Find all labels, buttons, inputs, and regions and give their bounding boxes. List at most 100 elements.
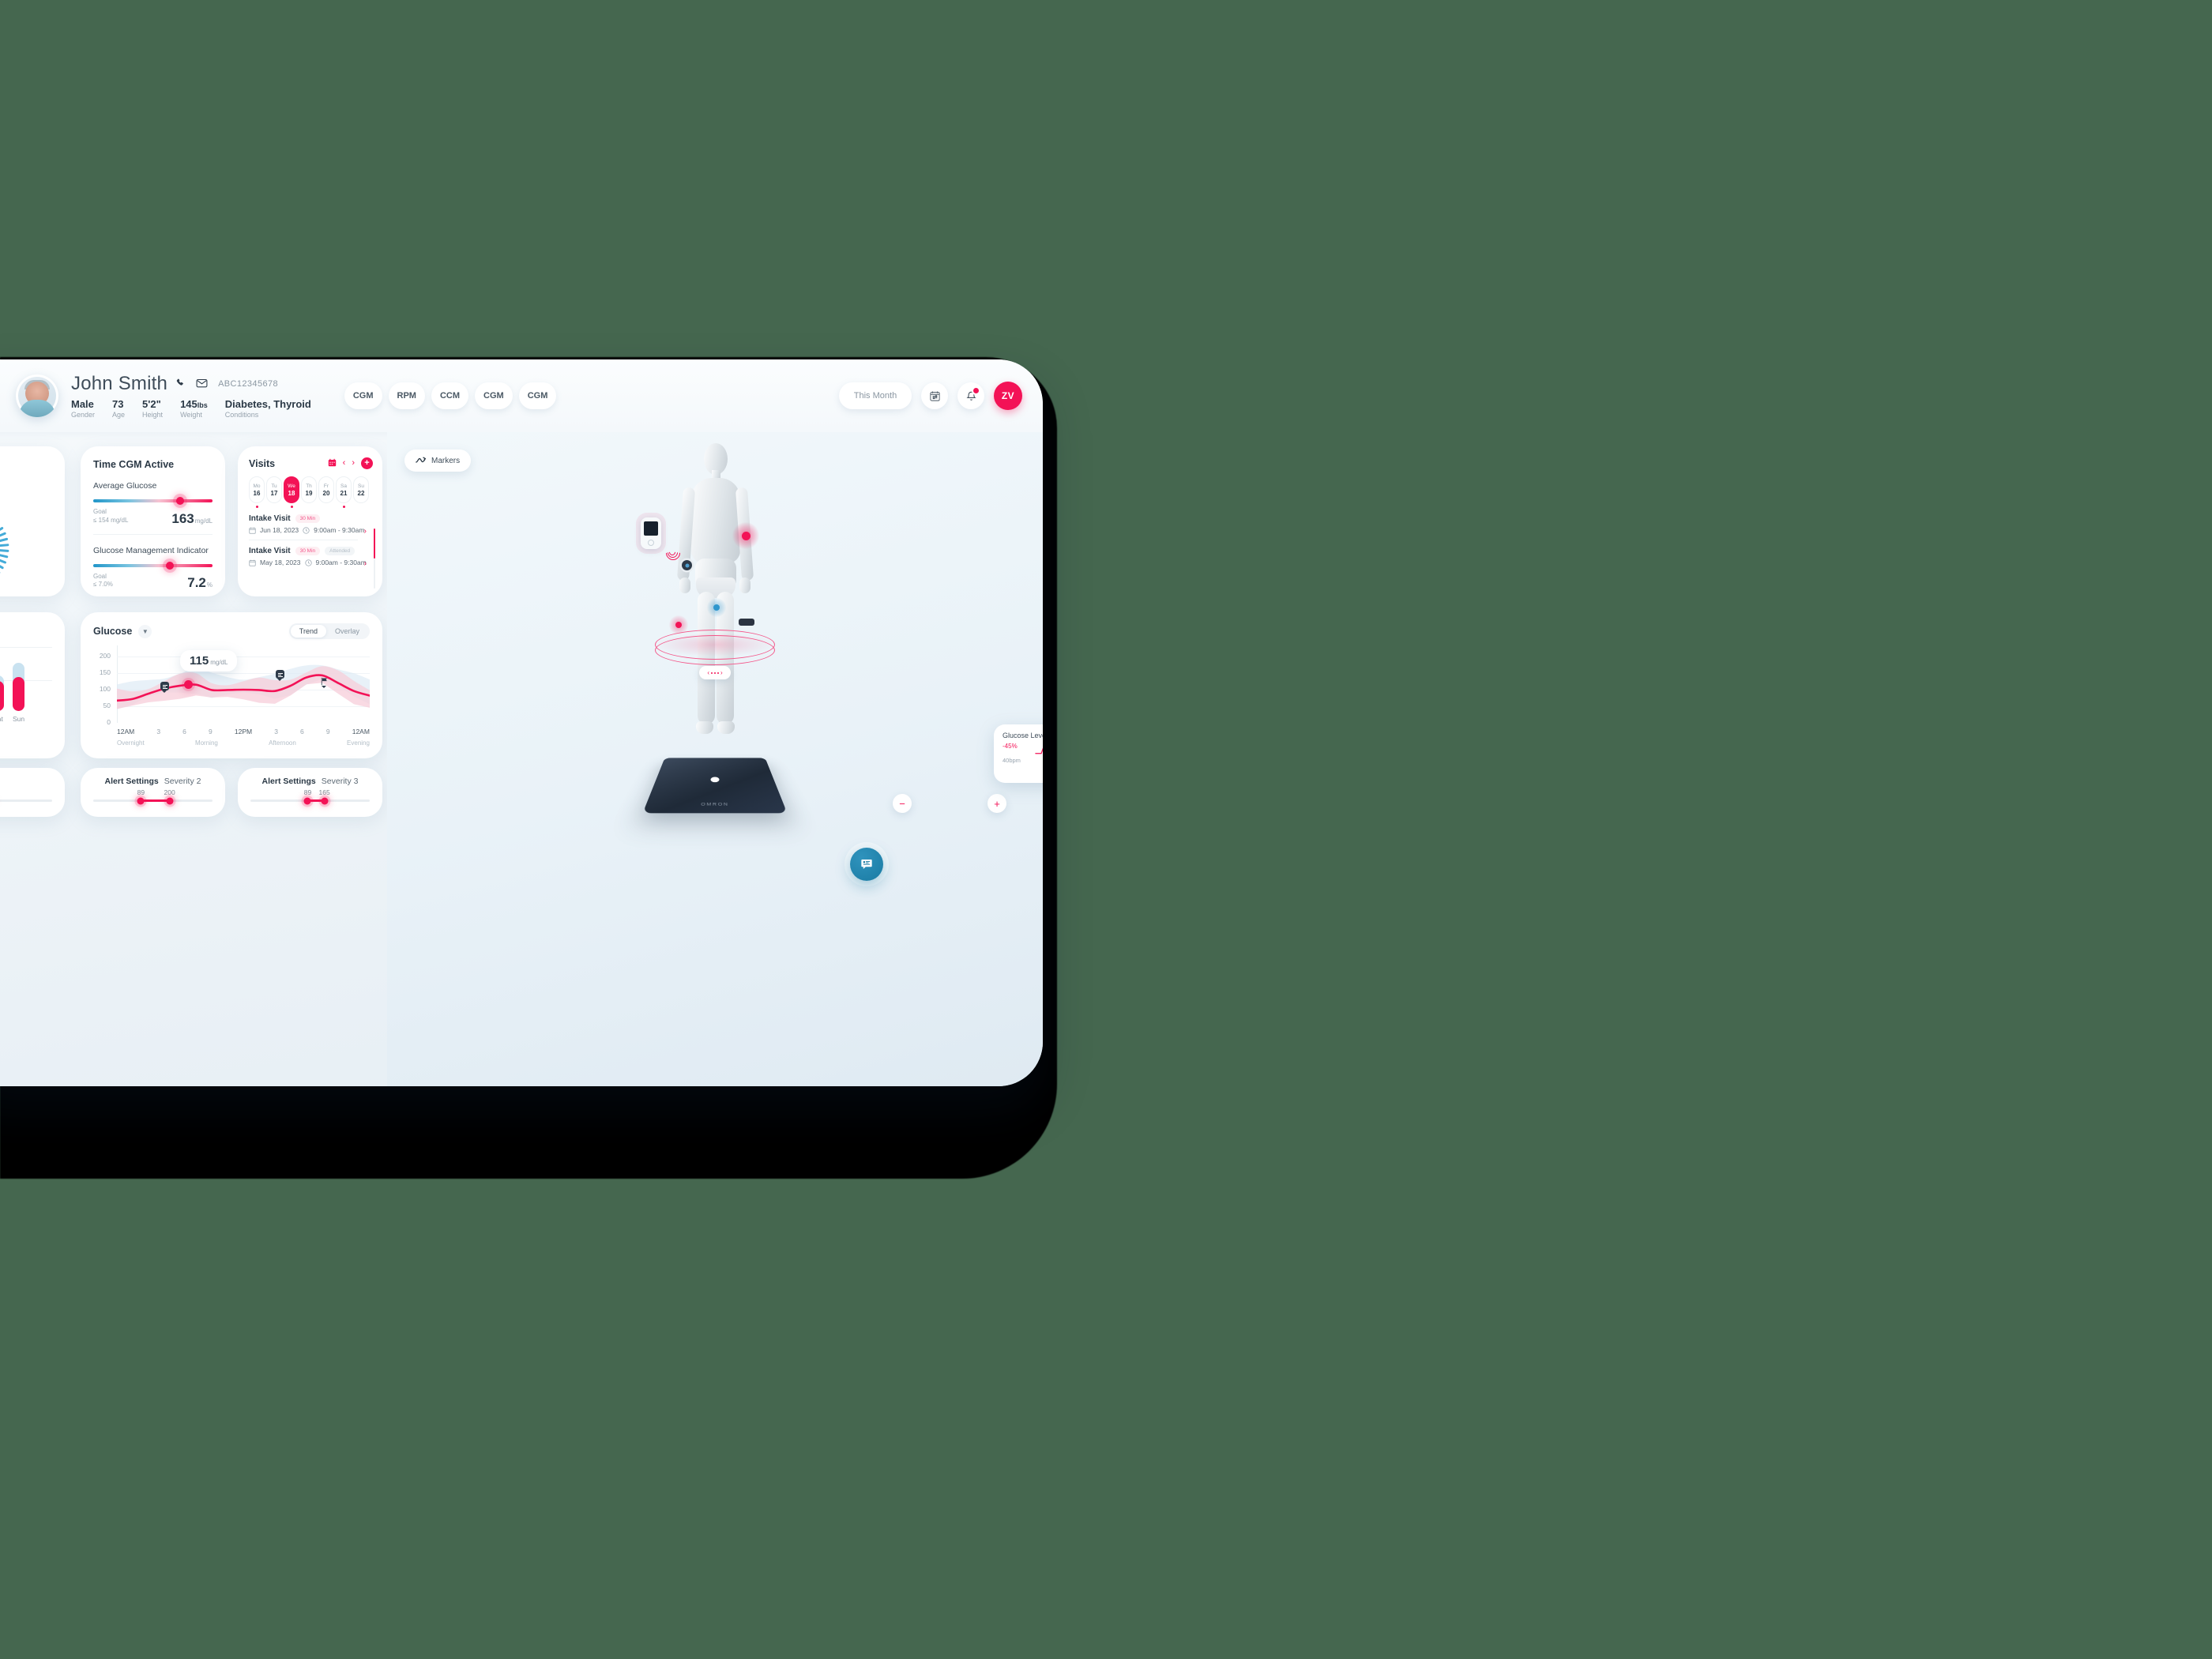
- tag-pill[interactable]: CGM: [475, 382, 513, 409]
- alert-low-value: 89: [303, 788, 312, 796]
- mail-icon[interactable]: [196, 378, 209, 390]
- note-marker-icon[interactable]: [276, 670, 284, 681]
- tab-overlay[interactable]: Overlay: [326, 625, 368, 638]
- calendar-icon: [249, 527, 256, 534]
- wrist-band-device[interactable]: [739, 619, 754, 626]
- zoom-in-button[interactable]: +: [988, 794, 1006, 813]
- alert-low-knob[interactable]: [303, 797, 311, 804]
- patient-id: ABC12345678: [218, 378, 279, 389]
- tab-trend[interactable]: Trend: [290, 625, 326, 638]
- y-tick-label: 100: [99, 685, 111, 693]
- alert-header: gs Severity 1: [0, 777, 52, 786]
- glucose-level-tooltip: Glucose Level -45% 40bpm: [994, 724, 1043, 783]
- markers-label: Markers: [431, 456, 461, 465]
- patient-name-row: John Smith ABC12345678: [71, 373, 329, 395]
- glucose-highlight-point[interactable]: [184, 680, 193, 689]
- resize-handle-icon[interactable]: ‹ ›: [699, 666, 731, 679]
- chest-marker[interactable]: [732, 522, 759, 549]
- stat-weight: 145lbs Weight: [180, 397, 208, 419]
- gmi-goal-row: Goal ≤ 7.0% 7.2%: [93, 573, 213, 590]
- visit-meta-row: May 18, 2023 9:00am - 9:30am: [249, 559, 373, 566]
- markers-toggle-button[interactable]: Markers: [404, 450, 472, 472]
- tag-pill[interactable]: CGM: [344, 382, 382, 409]
- alert-severity: Severity 3: [321, 777, 359, 786]
- add-visit-button[interactable]: +: [361, 457, 373, 469]
- patient-name: John Smith: [71, 372, 168, 394]
- alert-high-value: 200: [164, 788, 175, 796]
- day-dot-slot: [266, 506, 282, 508]
- alert-title: Alert Settings: [104, 777, 159, 786]
- notification-dot: [973, 388, 979, 393]
- visits-scrollbar-thumb[interactable]: [373, 529, 375, 559]
- patient-avatar[interactable]: [16, 374, 58, 417]
- slider-knob[interactable]: [176, 497, 185, 505]
- stat-label: Gender: [71, 410, 96, 419]
- month-range-select[interactable]: This Month: [839, 382, 912, 409]
- chevron-right-icon[interactable]: ›: [364, 559, 367, 568]
- monitor-device-icon[interactable]: [641, 517, 661, 549]
- alert-range-slider[interactable]: 89 165: [250, 788, 370, 804]
- waist-measurement-ring: [655, 630, 775, 665]
- alert-header: Alert Settings Severity 2: [93, 777, 213, 786]
- day-cell[interactable]: Sa 21: [336, 476, 352, 503]
- flag-marker-icon[interactable]: [320, 677, 329, 688]
- device-screen: [644, 521, 658, 536]
- slider-knob[interactable]: [165, 561, 174, 570]
- calendar-icon[interactable]: [328, 458, 337, 469]
- y-tick-label: 150: [99, 668, 111, 676]
- alert-header: Alert Settings Severity 3: [250, 777, 370, 786]
- stat-value: 145lbs: [180, 397, 208, 410]
- day-cell[interactable]: Fr 20: [318, 476, 334, 503]
- day-cell[interactable]: Th 19: [301, 476, 317, 503]
- visit-meta-row: Jun 18, 2023 9:00am - 9:30am: [249, 526, 373, 534]
- chat-notes-button[interactable]: [850, 848, 883, 881]
- cgm-arm-sensor[interactable]: [682, 560, 692, 570]
- tag-pill[interactable]: CCM: [431, 382, 469, 409]
- visit-list-item[interactable]: Intake Visit 30 Min Attended May 18, 202…: [249, 547, 373, 568]
- chevron-right-icon[interactable]: ›: [352, 459, 355, 468]
- clock-icon: [303, 526, 310, 534]
- avatar-shirt: [19, 400, 55, 417]
- day-cell[interactable]: Mo 16: [249, 476, 265, 503]
- chevron-right-icon[interactable]: ›: [364, 527, 367, 536]
- gmi-slider[interactable]: [93, 561, 213, 570]
- visit-title-row: Intake Visit 30 Min Attended: [249, 547, 373, 555]
- abdomen-marker[interactable]: [707, 598, 726, 617]
- glucose-value-tooltip: 115 mg/dL: [180, 650, 238, 672]
- tooltip-value: 115: [190, 654, 209, 668]
- note-lines: [162, 684, 167, 689]
- alert-low-knob[interactable]: [137, 797, 145, 804]
- alert-range-slider[interactable]: 89 200: [93, 788, 213, 804]
- calendar-settings-icon[interactable]: [921, 382, 948, 409]
- day-dot: [290, 506, 293, 508]
- card-title: Time CGM Active: [93, 459, 175, 470]
- visit-duration-badge: 30 Min: [295, 514, 321, 523]
- visit-list-item[interactable]: Intake Visit 30 Min Jun 18, 2023 9:00am …: [249, 514, 373, 536]
- day-cell[interactable]: Tu 17: [266, 476, 282, 503]
- phone-icon[interactable]: [175, 378, 188, 390]
- glucose-chart-header: Glucose ▼ Trend Overlay: [93, 623, 370, 639]
- bar-column: [0, 644, 4, 711]
- zoom-out-button[interactable]: −: [893, 794, 912, 813]
- alert-high-knob[interactable]: [166, 797, 174, 804]
- chevron-left-icon[interactable]: ‹: [343, 459, 346, 468]
- day-cell[interactable]: Su 22: [353, 476, 369, 503]
- alert-title: Alert Settings: [261, 777, 316, 786]
- alert-high-knob[interactable]: [321, 797, 329, 804]
- alert-range-slider[interactable]: 78 217: [0, 799, 52, 802]
- patient-header: John Smith ABC12345678 Male Gender 73 Ag…: [0, 359, 1043, 432]
- dial-ticks: [0, 527, 9, 574]
- y-tick-label: 50: [103, 702, 111, 709]
- tag-pill[interactable]: CGM: [518, 382, 557, 409]
- stat-height: 5'2" Height: [142, 398, 163, 419]
- current-user-avatar[interactable]: ZV: [994, 382, 1022, 410]
- day-cell-selected[interactable]: We 18: [284, 476, 299, 503]
- human-body-figure[interactable]: OMRON ‹ ›: [612, 443, 818, 814]
- average-glucose-slider[interactable]: [93, 497, 213, 505]
- tag-pill[interactable]: RPM: [388, 382, 425, 409]
- handle-dots: [711, 672, 719, 674]
- note-marker-icon[interactable]: [160, 682, 169, 693]
- notification-bell-icon[interactable]: [957, 382, 984, 409]
- visit-time: 9:00am - 9:30am: [315, 559, 367, 566]
- chevron-down-icon[interactable]: ▼: [138, 624, 152, 638]
